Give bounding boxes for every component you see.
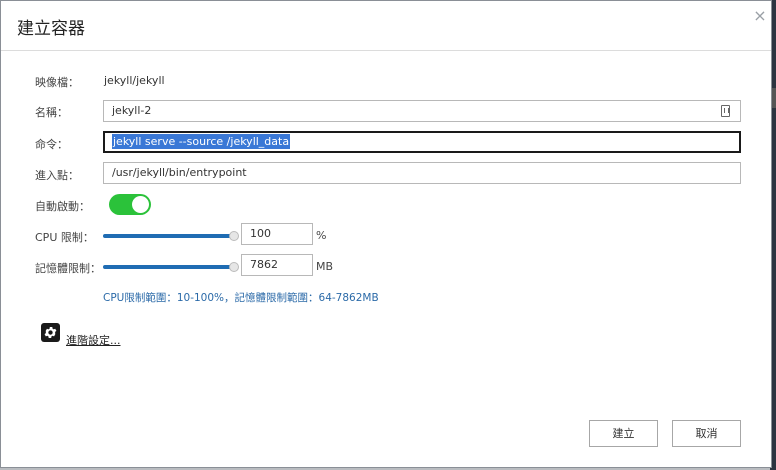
memory-limit-label: 記憶體限制： (35, 262, 101, 275)
entrypoint-input-value: /usr/jekyll/bin/entrypoint (112, 166, 247, 179)
password-manager-icon[interactable] (721, 105, 730, 117)
name-input[interactable]: jekyll-2 (103, 100, 741, 122)
command-input[interactable]: jekyll serve --source /jekyll_data (103, 131, 741, 153)
close-icon[interactable]: × (751, 7, 769, 25)
image-label: 映像檔： (35, 76, 79, 89)
memory-unit: MB (316, 260, 334, 273)
command-label: 命令： (35, 138, 68, 151)
entrypoint-label: 進入點： (35, 169, 79, 182)
image-value: jekyll/jekyll (104, 74, 165, 87)
advanced-settings-link[interactable]: 進階設定... (66, 332, 121, 348)
cpu-limit-label: CPU 限制： (35, 231, 94, 244)
cpu-unit: % (316, 229, 327, 242)
create-container-dialog: 建立容器 × 映像檔： jekyll/jekyll 名稱： jekyll-2 命… (0, 0, 772, 468)
memory-limit-slider[interactable] (103, 265, 233, 269)
gear-icon[interactable] (41, 323, 60, 342)
limit-range-info: CPU限制範圍：10-100%，記憶體限制範圍：64-7862MB (103, 292, 379, 304)
command-input-value: jekyll serve --source /jekyll_data (112, 134, 291, 149)
memory-slider-thumb[interactable] (229, 262, 239, 272)
cancel-button[interactable]: 取消 (672, 420, 741, 447)
cpu-slider-thumb[interactable] (229, 231, 239, 241)
dialog-title: 建立容器 (17, 19, 85, 39)
name-label: 名稱： (35, 106, 68, 119)
toggle-knob (132, 196, 149, 213)
autostart-label: 自動啟動： (35, 200, 90, 213)
create-button[interactable]: 建立 (589, 420, 658, 447)
memory-limit-input[interactable]: 7862 (241, 254, 313, 276)
cpu-limit-input[interactable]: 100 (241, 223, 313, 245)
cpu-limit-slider[interactable] (103, 234, 233, 238)
entrypoint-input[interactable]: /usr/jekyll/bin/entrypoint (103, 162, 741, 184)
autostart-toggle[interactable] (109, 194, 151, 215)
name-input-value: jekyll-2 (112, 104, 152, 117)
title-divider (1, 50, 771, 51)
